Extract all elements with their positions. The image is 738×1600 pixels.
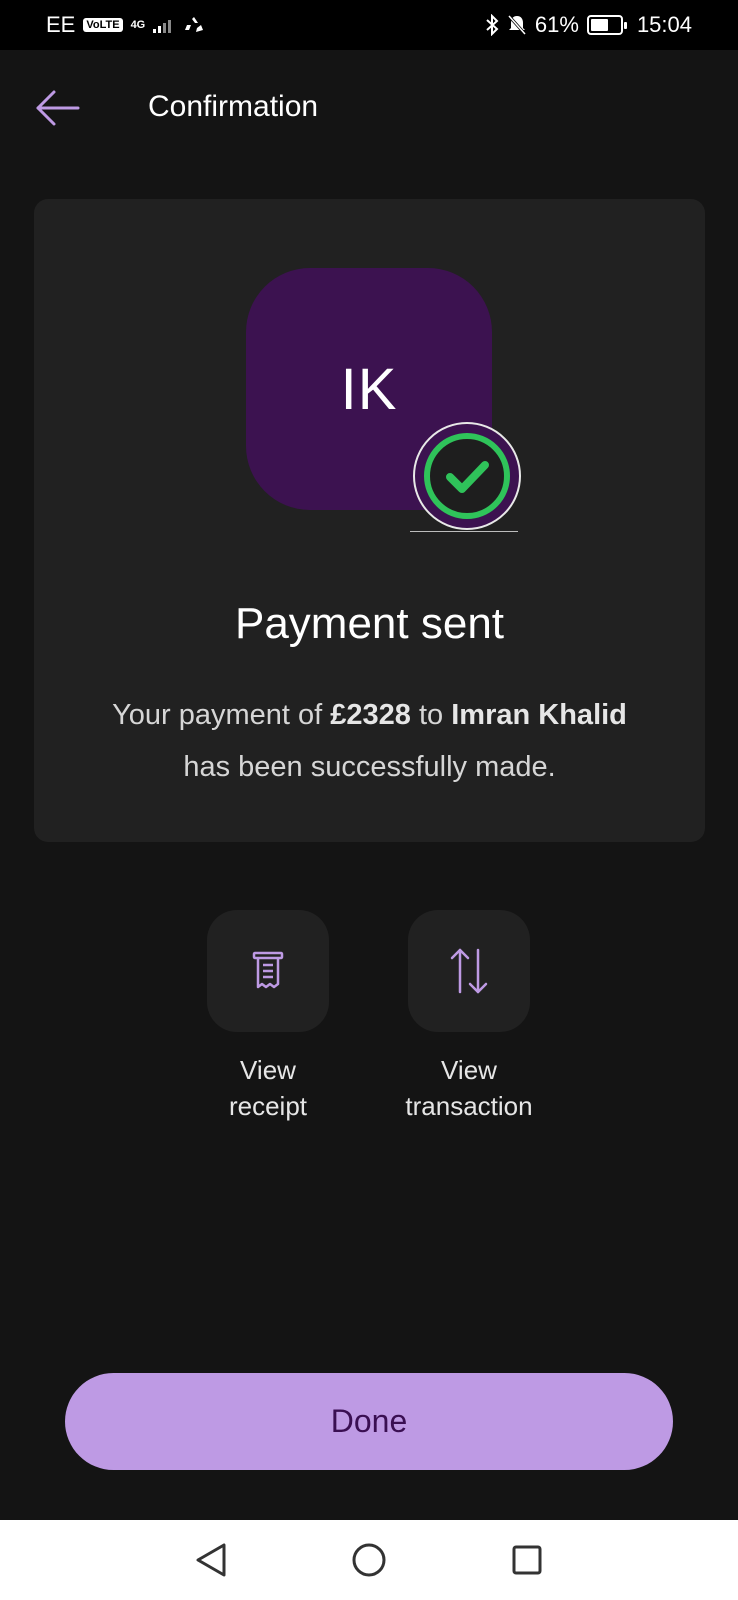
back-triangle-icon (196, 1543, 226, 1577)
back-button[interactable] (34, 88, 82, 128)
battery-percent: 61% (534, 12, 579, 37)
page-title: Confirmation (148, 90, 319, 123)
nav-recents-button[interactable] (507, 1540, 547, 1580)
carrier-label: EE (46, 12, 76, 37)
system-nav-bar (0, 1520, 738, 1600)
success-check-icon (413, 422, 521, 530)
recycle-icon (185, 17, 204, 32)
badge-divider (410, 531, 518, 532)
volte-badge: VoLTE (83, 18, 123, 32)
view-receipt-tile[interactable] (207, 910, 329, 1032)
payment-status-title: Payment sent (234, 599, 505, 648)
status-bar: EE VoLTE 4G 61% 15:04 (0, 0, 738, 50)
view-transaction-button[interactable]: View transaction (379, 910, 559, 1124)
signal-icon (153, 20, 172, 33)
payment-amount: £2328 (330, 699, 411, 731)
transfer-arrows-icon (450, 948, 488, 994)
message-suffix: has been successfully made. (183, 751, 556, 783)
network-type: 4G (130, 19, 146, 31)
status-left: EE VoLTE 4G (46, 12, 205, 38)
bluetooth-icon (486, 14, 499, 36)
recipient-name: Imran Khalid (451, 699, 627, 731)
done-button[interactable]: Done (65, 1373, 673, 1470)
nav-home-button[interactable] (349, 1540, 389, 1580)
receipt-icon (252, 951, 284, 989)
nav-back-button[interactable] (191, 1540, 231, 1580)
message-prefix: Your payment of (112, 699, 331, 731)
avatar-initials: IK (340, 356, 398, 422)
header: Confirmation (0, 50, 738, 170)
view-transaction-tile[interactable] (408, 910, 530, 1032)
muted-bell-icon (507, 15, 527, 35)
message-middle: to (410, 699, 452, 731)
payment-message: Your payment of £2328 to Imran Khalid ha… (94, 689, 645, 793)
confirmation-card: IK Payment sent Your payment of £2328 to… (34, 199, 705, 842)
battery-icon (586, 15, 627, 35)
view-transaction-label: View transaction (405, 1055, 533, 1121)
recents-square-icon (512, 1545, 542, 1575)
home-circle-icon (352, 1543, 386, 1577)
view-receipt-label: View receipt (228, 1055, 308, 1121)
arrow-left-icon (36, 90, 80, 126)
view-receipt-button[interactable]: View receipt (178, 910, 358, 1124)
clock: 15:04 (636, 12, 692, 37)
status-right: 61% 15:04 (485, 12, 692, 38)
